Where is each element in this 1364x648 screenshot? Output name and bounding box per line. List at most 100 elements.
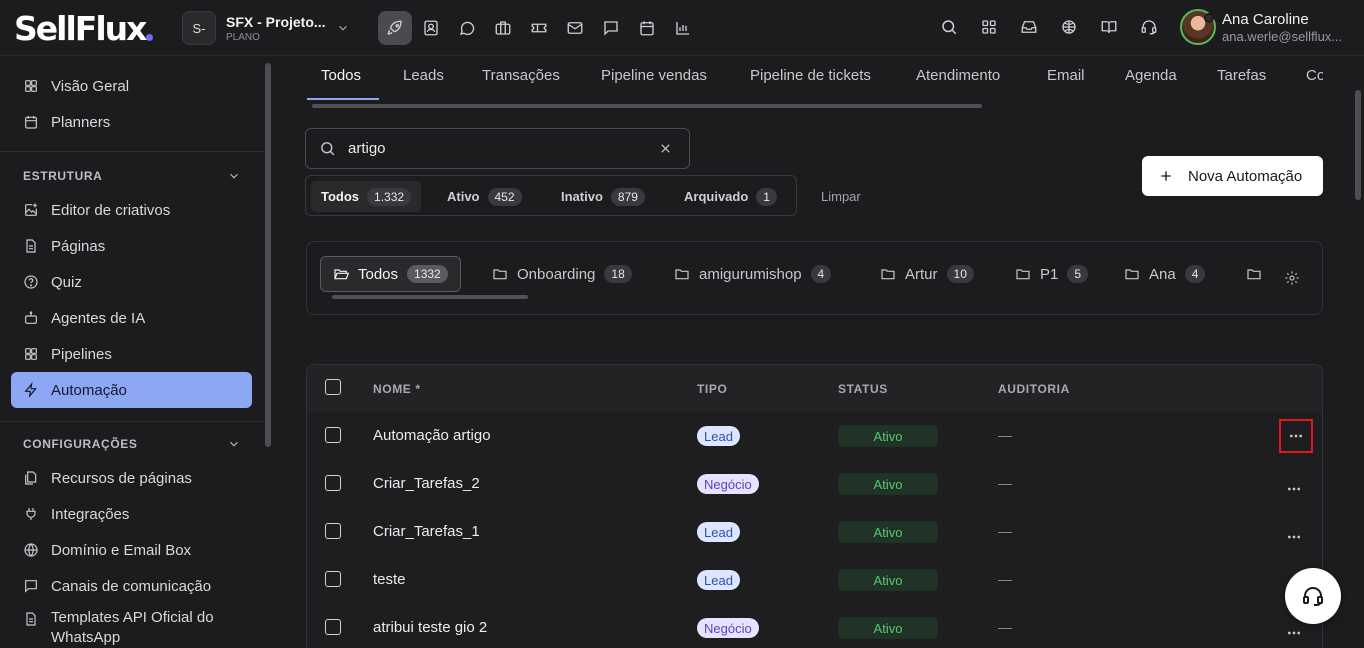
search-icon[interactable] [940, 18, 960, 38]
status-badge: Ativo [838, 425, 938, 447]
rocket-icon[interactable] [378, 11, 412, 45]
sidebar-item-label: Páginas [51, 237, 106, 255]
tab-todos[interactable]: Todos [321, 67, 361, 84]
chat-bubble-icon[interactable] [450, 11, 484, 45]
folder-amigurumishop[interactable]: amigurumishop 4 [674, 256, 832, 292]
more-actions-button[interactable] [1277, 472, 1311, 506]
bar-chart-icon[interactable] [666, 11, 700, 45]
tab-agenda[interactable]: Agenda [1125, 67, 1177, 84]
sidebar-item-pipelines[interactable]: Pipelines [11, 336, 252, 372]
table-row[interactable]: Criar_Tarefas_2 Negócio Ativo — [307, 460, 1322, 508]
row-checkbox[interactable] [325, 619, 341, 635]
automation-name[interactable]: atribui teste gio 2 [373, 619, 487, 636]
tab-co[interactable]: Co [1306, 67, 1323, 84]
tab-pipeline-vendas[interactable]: Pipeline vendas [601, 67, 707, 84]
type-badge: Lead [697, 522, 740, 542]
sidebar-item-planners[interactable]: Planners [11, 104, 252, 140]
type-badge: Negócio [697, 618, 759, 638]
close-icon[interactable] [658, 141, 673, 156]
support-chat-button[interactable] [1285, 568, 1341, 624]
globe-brain-icon[interactable] [1060, 18, 1080, 38]
briefcase-icon[interactable] [486, 11, 520, 45]
inbox-icon[interactable] [1020, 18, 1040, 38]
book-open-icon[interactable] [1100, 18, 1120, 38]
sidebar-item-canais-de-comunicacao[interactable]: Canais de comunicação [11, 568, 252, 604]
sidebar-item-integracoes[interactable]: Integrações [11, 496, 252, 532]
table-row[interactable]: teste Lead Ativo — [307, 556, 1322, 604]
main-scrollbar[interactable] [1355, 90, 1361, 200]
automation-name[interactable]: Automação artigo [373, 427, 491, 444]
folder-icon [1016, 269, 1030, 280]
calendar-icon[interactable] [630, 11, 664, 45]
message-square-icon[interactable] [594, 11, 628, 45]
folder-todos[interactable]: Todos 1332 [320, 256, 461, 292]
search-icon [321, 142, 335, 156]
project-selector[interactable]: S- SFX - Projeto... PLANO [182, 11, 350, 45]
more-actions-button[interactable] [1279, 419, 1313, 453]
tab-tarefas[interactable]: Tarefas [1217, 67, 1266, 84]
sidebar-item-editor-de-criativos[interactable]: Editor de criativos [11, 192, 252, 228]
sidebar-item-dominio-e-email-box[interactable]: Domínio e Email Box [11, 532, 252, 568]
automation-name[interactable]: Criar_Tarefas_2 [373, 475, 480, 492]
ticket-icon[interactable] [522, 11, 556, 45]
folder-artur[interactable]: Artur 10 [880, 256, 974, 292]
gear-icon[interactable] [1284, 270, 1300, 286]
sidebar-item-templates-api-whatsapp[interactable]: Templates API Oficial do WhatsApp [11, 608, 252, 648]
table-row[interactable]: Criar_Tarefas_1 Lead Ativo — [307, 508, 1322, 556]
apps-grid-icon[interactable] [980, 18, 1000, 38]
table-row[interactable]: Automação artigo Lead Ativo — [307, 412, 1322, 460]
user-menu[interactable]: Ana Caroline ana.werle@sellflux... [1180, 9, 1352, 45]
mail-icon[interactable] [558, 11, 592, 45]
table-row[interactable]: atribui teste gio 2 Negócio Ativo — [307, 604, 1322, 648]
sidebar-item-label: Recursos de páginas [51, 469, 192, 487]
folder-more[interactable] [1246, 256, 1271, 292]
tab-pipeline-de-tickets[interactable]: Pipeline de tickets [750, 67, 871, 84]
folder-scrollbar[interactable] [332, 295, 528, 299]
column-nome[interactable]: NOME * [373, 382, 421, 396]
filter-todos[interactable]: Todos 1.332 [311, 181, 422, 212]
search-input[interactable]: artigo [305, 128, 690, 169]
folder-p1[interactable]: P1 5 [1015, 256, 1089, 292]
new-automation-button[interactable]: Nova Automação [1142, 156, 1323, 196]
filter-arquivado[interactable]: Arquivado 1 [674, 181, 787, 212]
clear-filters-link[interactable]: Limpar [821, 189, 861, 204]
row-checkbox[interactable] [325, 427, 341, 443]
sidebar-item-visao-geral[interactable]: Visão Geral [11, 68, 252, 104]
filter-count: 1 [756, 187, 777, 206]
audit-value: — [998, 571, 1012, 587]
row-checkbox[interactable] [325, 475, 341, 491]
filter-inativo[interactable]: Inativo 879 [551, 181, 655, 212]
contacts-icon[interactable] [414, 11, 448, 45]
sidebar-item-label: Visão Geral [51, 77, 130, 95]
tab-email[interactable]: Email [1047, 67, 1085, 84]
sidebar-item-recursos-de-paginas[interactable]: Recursos de páginas [11, 460, 252, 496]
select-all-checkbox[interactable] [325, 379, 341, 395]
sidebar-item-agentes-de-ia[interactable]: Agentes de IA [11, 300, 252, 336]
file-icon [26, 239, 36, 253]
tab-scrollbar[interactable] [312, 104, 982, 108]
sidebar-item-automacao[interactable]: Automação [11, 372, 252, 408]
more-actions-button[interactable] [1277, 520, 1311, 554]
sellflux-logo[interactable]: SellFlux [14, 9, 154, 48]
bot-icon [25, 311, 37, 324]
automation-name[interactable]: teste [373, 571, 406, 588]
sidebar-item-quiz[interactable]: Quiz [11, 264, 252, 300]
folder-ana[interactable]: Ana 4 [1124, 256, 1206, 292]
row-checkbox[interactable] [325, 523, 341, 539]
audit-value: — [998, 523, 1012, 539]
sidebar-item-label: Planners [51, 113, 111, 131]
sidebar-item-paginas[interactable]: Páginas [11, 228, 252, 264]
filter-label: Inativo [561, 189, 603, 204]
tab-atendimento[interactable]: Atendimento [916, 67, 1000, 84]
sidebar-scrollbar[interactable] [265, 63, 271, 447]
headset-icon[interactable] [1140, 18, 1160, 38]
tab-transacoes[interactable]: Transações [482, 67, 560, 84]
folder-onboarding[interactable]: Onboarding 18 [492, 256, 632, 292]
more-horizontal-icon [1288, 631, 1300, 635]
section-configuracoes[interactable]: CONFIGURAÇÕES [23, 437, 241, 451]
section-estrutura[interactable]: ESTRUTURA [23, 169, 241, 183]
automation-name[interactable]: Criar_Tarefas_1 [373, 523, 480, 540]
filter-ativo[interactable]: Ativo 452 [437, 181, 532, 212]
row-checkbox[interactable] [325, 571, 341, 587]
tab-leads[interactable]: Leads [403, 67, 444, 84]
